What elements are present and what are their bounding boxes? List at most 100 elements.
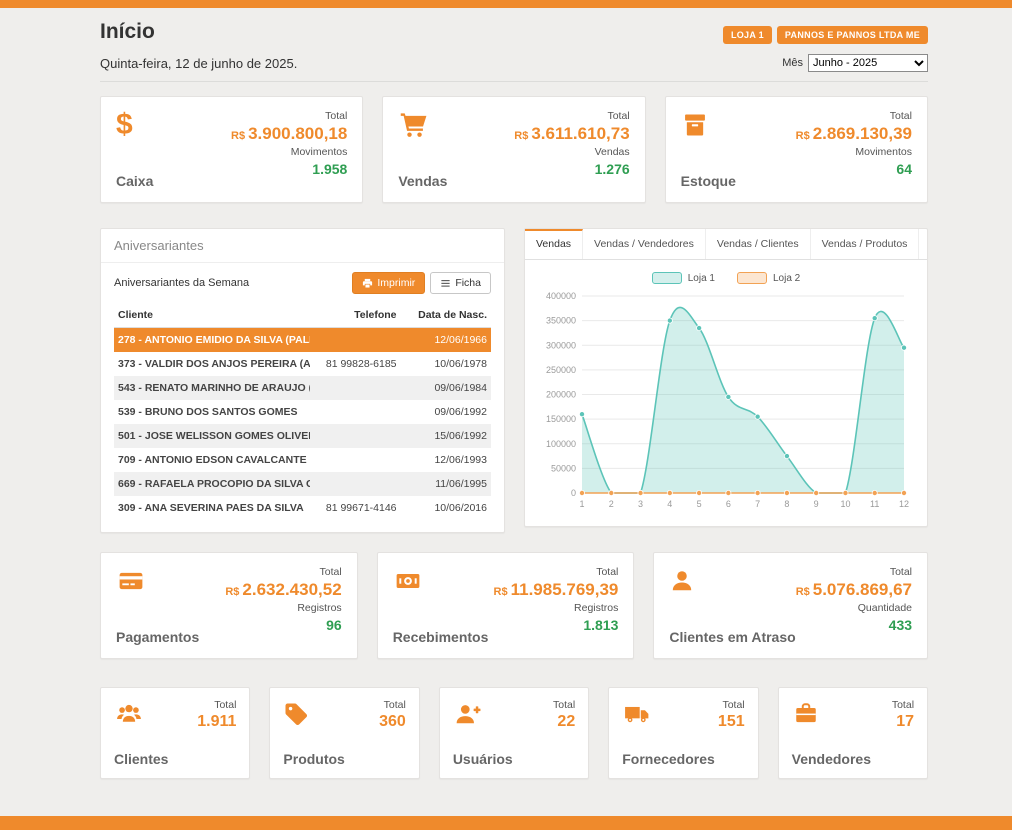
count-label: Registros [574, 602, 618, 614]
svg-text:6: 6 [726, 499, 731, 509]
birthdays-title: Aniversariantes [101, 229, 504, 263]
count-label: Movimentos [855, 146, 912, 158]
table-row[interactable]: 501 - JOSE WELISSON GOMES OLIVEIR... 15/… [114, 424, 491, 448]
count-value: 96 [326, 617, 342, 633]
table-row[interactable]: 278 - ANTONIO EMIDIO DA SILVA (PALE... 1… [114, 328, 491, 353]
stat-card-label: Recebimentos [393, 629, 489, 645]
stat-card-recebimentos: Recebimentos Total R$11.985.769,39 Regis… [377, 552, 635, 659]
svg-text:12: 12 [899, 499, 909, 509]
month-picker: Mês Junho - 2025 [782, 54, 928, 72]
chart-area: 0500001000001500002000002500003000003500… [525, 286, 927, 518]
money-icon [393, 566, 427, 596]
birthdays-panel: Aniversariantes Aniversariantes da Seman… [100, 228, 505, 533]
svg-text:0: 0 [571, 488, 576, 498]
svg-text:50000: 50000 [551, 463, 576, 473]
box-icon [681, 110, 715, 140]
current-date: Quinta-feira, 12 de junho de 2025. [100, 56, 297, 71]
svg-text:1: 1 [579, 499, 584, 509]
company-badge[interactable]: PANNOS E PANNOS LTDA ME [777, 26, 928, 44]
legend-item-loja1[interactable]: Loja 1 [652, 272, 715, 284]
col-data-nasc: Data de Nasc. [401, 303, 491, 328]
table-row[interactable]: 709 - ANTONIO EDSON CAVALCANTE D... 12/0… [114, 448, 491, 472]
table-row[interactable]: 309 - ANA SEVERINA PAES DA SILVA 81 9967… [114, 496, 491, 520]
tag-icon [283, 699, 317, 729]
count-label: Registros [297, 602, 341, 614]
svg-text:100000: 100000 [546, 439, 576, 449]
svg-text:5: 5 [697, 499, 702, 509]
credit-card-icon [116, 566, 150, 596]
svg-text:350000: 350000 [546, 316, 576, 326]
mini-card-vendedores: Total 17 Vendedores [778, 687, 928, 779]
tab-vendas[interactable]: Vendas [525, 229, 583, 259]
count-value: 360 [379, 713, 406, 731]
total-label: Total [214, 699, 236, 711]
total-label: Total [553, 699, 575, 711]
table-row[interactable]: 373 - VALDIR DOS ANJOS PEREIRA (AN... 81… [114, 352, 491, 376]
month-label: Mês [782, 57, 803, 69]
stat-card-pagamentos: Pagamentos Total R$2.632.430,52 Registro… [100, 552, 358, 659]
stat-card-label: Pagamentos [116, 629, 199, 645]
tab-vendas-produtos[interactable]: Vendas / Produtos [811, 229, 920, 259]
tab-vendas-vendedores[interactable]: Vendas / Vendedores [583, 229, 706, 259]
birthdays-subtitle: Aniversariantes da Semana [114, 277, 249, 289]
stat-card-label: Caixa [116, 173, 153, 189]
count-value: 151 [718, 713, 745, 731]
table-row[interactable]: 543 - RENATO MARINHO DE ARAUJO (F... 09/… [114, 376, 491, 400]
legend-item-loja2[interactable]: Loja 2 [737, 272, 800, 284]
svg-text:3: 3 [638, 499, 643, 509]
loja2-swatch [737, 272, 767, 284]
svg-text:400000: 400000 [546, 291, 576, 301]
legend-label: Loja 2 [773, 273, 800, 284]
count-value: 1.958 [312, 161, 347, 177]
count-value: 17 [896, 713, 914, 731]
total-label: Total [890, 566, 912, 578]
mini-card-produtos: Total 360 Produtos [269, 687, 419, 779]
summary-row-mid: Pagamentos Total R$2.632.430,52 Registro… [100, 552, 928, 659]
table-row[interactable]: 539 - BRUNO DOS SANTOS GOMES 09/06/1992 [114, 400, 491, 424]
svg-text:11: 11 [870, 499, 879, 509]
stat-card-label: Vendas [398, 173, 447, 189]
dollar-icon: $ [116, 110, 150, 140]
legend-label: Loja 1 [688, 273, 715, 284]
total-value: R$3.900.800,18 [231, 125, 347, 143]
svg-text:250000: 250000 [546, 365, 576, 375]
total-label: Total [890, 110, 912, 122]
list-icon [440, 278, 451, 289]
chart-legend: Loja 1 Loja 2 [525, 272, 927, 284]
ficha-button[interactable]: Ficha [430, 272, 491, 294]
total-label: Total [607, 110, 629, 122]
total-value: R$5.076.869,67 [796, 581, 912, 599]
top-accent-bar [0, 0, 1012, 8]
svg-text:7: 7 [755, 499, 760, 509]
count-label: Vendas [595, 146, 630, 158]
mini-card-label: Produtos [283, 751, 405, 767]
briefcase-icon [792, 699, 826, 729]
print-button[interactable]: Imprimir [352, 272, 425, 294]
stat-card-caixa: $ Caixa Total R$3.900.800,18 Movimentos … [100, 96, 363, 203]
loja1-swatch [652, 272, 682, 284]
store-badge[interactable]: LOJA 1 [723, 26, 772, 44]
col-cliente: Cliente [114, 303, 310, 328]
stat-card-label: Estoque [681, 173, 736, 189]
table-row[interactable]: 669 - RAFAELA PROCOPIO DA SILVA CA... 11… [114, 472, 491, 496]
stat-card-label: Clientes em Atraso [669, 629, 795, 645]
stat-card-vendas: Vendas Total R$3.611.610,73 Vendas 1.276 [382, 96, 645, 203]
mini-card-label: Fornecedores [622, 751, 744, 767]
total-value: R$3.611.610,73 [514, 125, 629, 143]
page-header: Início LOJA 1 PANNOS E PANNOS LTDA ME [100, 8, 928, 44]
total-label: Total [384, 699, 406, 711]
mini-card-label: Vendedores [792, 751, 914, 767]
cart-icon [398, 110, 432, 140]
count-value: 22 [557, 713, 575, 731]
svg-text:2: 2 [609, 499, 614, 509]
sales-tabs: Vendas Vendas / Vendedores Vendas / Clie… [525, 229, 927, 260]
tab-vendas-clientes[interactable]: Vendas / Clientes [706, 229, 811, 259]
mini-card-fornecedores: Total 151 Fornecedores [608, 687, 758, 779]
table-header-row: Cliente Telefone Data de Nasc. [114, 303, 491, 328]
page-title: Início [100, 20, 155, 44]
stat-card-estoque: Estoque Total R$2.869.130,39 Movimentos … [665, 96, 928, 203]
month-select[interactable]: Junho - 2025 [808, 54, 928, 72]
mini-card-usuarios: Total 22 Usuários [439, 687, 589, 779]
count-value: 1.813 [583, 617, 618, 633]
summary-row-bottom: Total 1.911 Clientes Total 360 Produtos [100, 687, 928, 779]
